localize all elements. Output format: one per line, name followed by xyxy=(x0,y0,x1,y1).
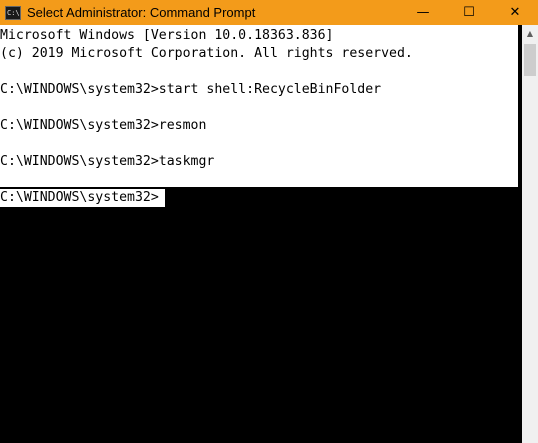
scroll-thumb[interactable] xyxy=(524,44,536,76)
console-line: C:\WINDOWS\system32>taskmgr xyxy=(0,154,215,169)
minimize-button[interactable]: — xyxy=(400,0,446,25)
close-button[interactable]: ✕ xyxy=(492,0,538,25)
prompt-line: C:\WINDOWS\system32> xyxy=(0,189,165,207)
cmd-icon: C:\ xyxy=(5,5,21,20)
console-line: (c) 2019 Microsoft Corporation. All righ… xyxy=(0,46,413,61)
maximize-button[interactable]: ☐ xyxy=(446,0,492,25)
console-line: C:\WINDOWS\system32>start shell:RecycleB… xyxy=(0,82,382,97)
window-title: Select Administrator: Command Prompt xyxy=(27,5,256,20)
console-area[interactable]: Microsoft Windows [Version 10.0.18363.83… xyxy=(0,25,522,443)
vertical-scrollbar[interactable]: ▲ xyxy=(522,25,538,443)
console-line: C:\WINDOWS\system32>resmon xyxy=(0,118,207,133)
title-bar[interactable]: C:\ Select Administrator: Command Prompt… xyxy=(0,0,538,25)
scroll-up-icon[interactable]: ▲ xyxy=(522,25,538,42)
console-line: Microsoft Windows [Version 10.0.18363.83… xyxy=(0,28,334,43)
window-controls: — ☐ ✕ xyxy=(400,0,538,25)
